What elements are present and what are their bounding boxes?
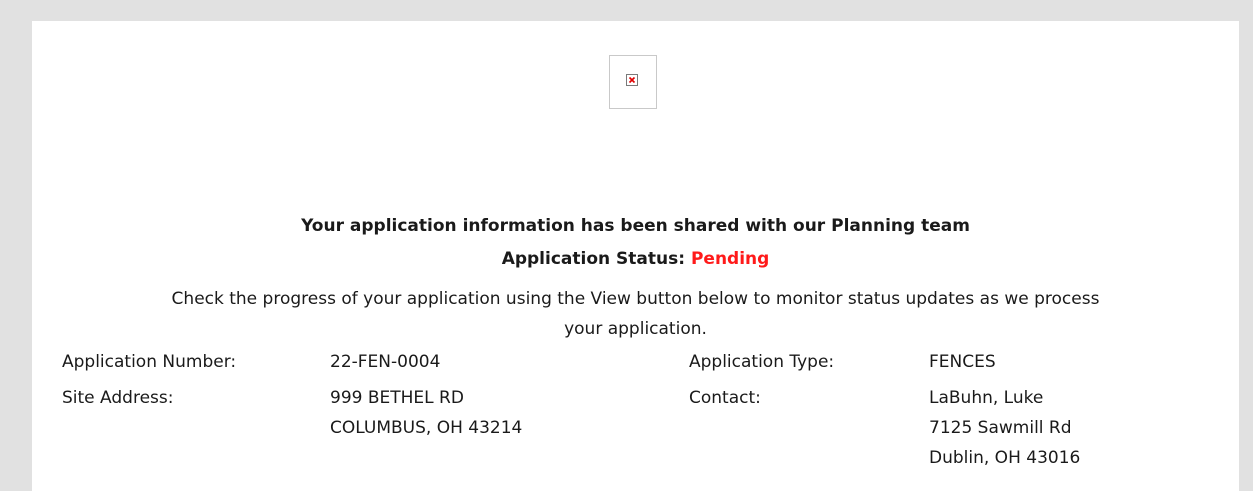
site-address-label: Site Address: xyxy=(62,388,174,408)
email-body: Your application information has been sh… xyxy=(32,21,1239,491)
application-type-value: FENCES xyxy=(929,352,996,372)
site-address-line-2: COLUMBUS, OH 43214 xyxy=(330,418,523,438)
contact-label: Contact: xyxy=(689,388,761,408)
application-number-value: 22-FEN-0004 xyxy=(330,352,441,372)
progress-note-line-2: your application. xyxy=(564,319,707,339)
application-number-label: Application Number: xyxy=(62,352,237,372)
site-address-line-1: 999 BETHEL RD xyxy=(330,388,464,408)
progress-note-line-1: Check the progress of your application u… xyxy=(171,289,1100,309)
site-address-value: 999 BETHEL RD COLUMBUS, OH 43214 xyxy=(330,383,522,443)
contact-street: 7125 Sawmill Rd xyxy=(929,418,1072,438)
contact-value: LaBuhn, Luke 7125 Sawmill Rd Dublin, OH … xyxy=(929,383,1080,473)
status-label: Application Status: xyxy=(501,249,686,269)
shared-headline: Your application information has been sh… xyxy=(301,216,970,236)
status-value: Pending xyxy=(690,249,770,269)
application-type-label: Application Type: xyxy=(689,352,835,372)
contact-city-state: Dublin, OH 43016 xyxy=(929,448,1081,468)
broken-image-icon xyxy=(626,74,638,86)
logo-image-placeholder xyxy=(609,55,657,109)
contact-name: LaBuhn, Luke xyxy=(929,388,1044,408)
progress-note: Check the progress of your application u… xyxy=(32,284,1239,344)
application-status: Application Status: Pending xyxy=(32,248,1239,270)
